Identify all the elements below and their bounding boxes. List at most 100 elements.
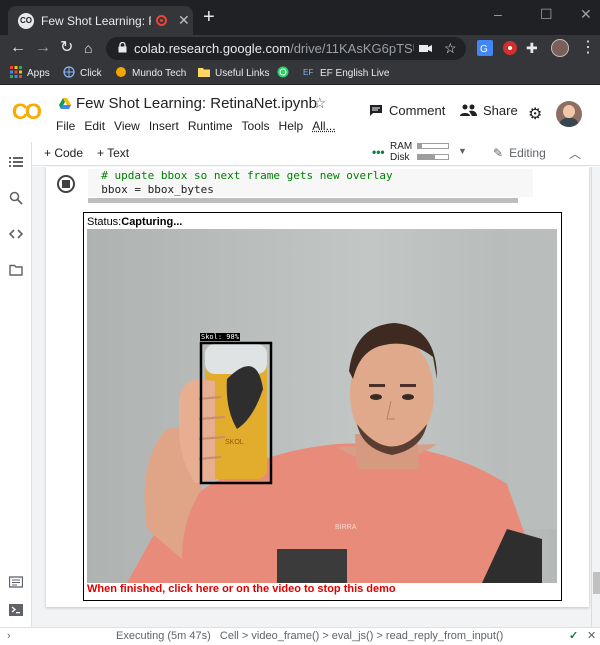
code-icon[interactable] (9, 227, 23, 241)
mundo-tech-icon (116, 67, 126, 77)
menu-file[interactable]: File (56, 119, 75, 133)
webcam-frame-image: BIRRA SKOL (87, 229, 557, 583)
scrollbar-thumb[interactable] (593, 572, 600, 594)
stop-demo-link[interactable]: When finished, click here or on the vide… (87, 583, 396, 595)
status-bar: › Executing (5m 47s) Cell > video_frame(… (0, 627, 600, 645)
apps-grid-icon (10, 66, 22, 78)
menu-runtime[interactable]: Runtime (188, 119, 233, 133)
close-icon[interactable]: ✕ (587, 629, 596, 642)
webcam-video[interactable]: BIRRA SKOL Skol: 98% (87, 229, 557, 583)
side-rail (0, 142, 32, 627)
browser-toolbar: ← → ↻ ⌂ colab.research.google.com/drive/… (0, 35, 600, 62)
execution-status: Executing (5m 47s) Cell > video_frame() … (116, 630, 504, 642)
lock-icon (118, 42, 127, 53)
ef-logo-icon: EF (303, 68, 313, 77)
cell-output: Status:Capturing... BIRRA SKOL Skol: 98%… (83, 212, 562, 601)
svg-text:G: G (480, 44, 488, 55)
bookmark-label: Useful Links (215, 68, 270, 79)
bookmark-click[interactable]: Click (63, 66, 102, 79)
menu-tools[interactable]: Tools (242, 119, 270, 133)
colab-favicon-icon: CO (18, 13, 34, 29)
status-value: Capturing... (121, 216, 183, 228)
close-window-button[interactable]: ✕ (580, 6, 592, 23)
folder-icon[interactable] (9, 263, 23, 277)
new-tab-button[interactable]: + (203, 7, 215, 27)
status-label: Status: (87, 216, 122, 228)
check-icon: ✓ (569, 630, 579, 642)
code-editor[interactable]: # update bbox so next frame gets new ove… (88, 169, 533, 197)
forward-arrow-icon[interactable]: → (35, 38, 51, 58)
chevron-up-icon[interactable]: ︿ (569, 145, 581, 162)
minimize-window-button[interactable]: – (494, 6, 502, 22)
editing-mode-button[interactable]: ✎ Editing (493, 146, 546, 160)
globe-icon (63, 66, 75, 78)
extensions-puzzle-icon[interactable]: ✚ (526, 38, 538, 58)
stop-execution-button[interactable] (57, 175, 75, 193)
command-palette-icon[interactable] (9, 575, 23, 589)
profile-avatar[interactable] (551, 39, 569, 57)
bookmark-ef-english-live[interactable]: EF EF English Live (303, 66, 389, 79)
address-bar[interactable]: colab.research.google.com/drive/11KAsKG6… (106, 37, 466, 60)
menu-bar: File Edit View Insert Runtime Tools Help All... (56, 119, 345, 133)
code-horizontal-scrollbar[interactable] (88, 198, 518, 203)
bookmark-whatsapp[interactable] (277, 66, 294, 79)
bookmark-useful-links[interactable]: Useful Links (198, 66, 269, 79)
menu-edit[interactable]: Edit (84, 119, 105, 133)
home-icon[interactable]: ⌂ (84, 38, 92, 58)
reload-icon[interactable]: ↻ (60, 38, 73, 58)
bookmark-star-icon[interactable]: ☆ (444, 40, 457, 57)
disk-meter (417, 154, 449, 160)
pencil-icon: ✎ (493, 146, 504, 160)
comment-button[interactable]: Comment (369, 103, 445, 118)
star-icon[interactable]: ☆ (313, 94, 326, 112)
disk-label: Disk (390, 152, 410, 163)
add-text-button[interactable]: + Text (97, 146, 129, 160)
ram-label: RAM (390, 141, 413, 152)
recording-indicator-icon (156, 15, 167, 26)
menu-all-changes-saved[interactable]: All... (312, 119, 335, 133)
connected-check-icon: ••• (372, 145, 385, 159)
search-icon[interactable] (9, 191, 23, 205)
colab-logo[interactable]: CO (12, 99, 42, 125)
menu-insert[interactable]: Insert (149, 119, 179, 133)
add-code-button[interactable]: + Code (44, 146, 83, 160)
page-scrollbar[interactable] (591, 167, 600, 627)
back-arrow-icon[interactable]: ← (10, 38, 26, 58)
bookmarks-bar: Apps Click Mundo Tech Useful Links EF EF … (0, 62, 600, 85)
resources-indicator[interactable]: RAM Disk (390, 141, 412, 163)
browser-tab-strip: CO Few Shot Learning: RetinaNet ✕ + – ☐ … (0, 0, 600, 35)
svg-text:BIRRA: BIRRA (335, 524, 357, 531)
notebook-toolbar: + Code + Text ••• RAM Disk ▼ ✎ Editing ︿ (32, 141, 600, 166)
chevron-right-icon[interactable]: › (7, 630, 11, 642)
detection-label: Skol: 98% (200, 333, 240, 341)
chrome-menu-icon[interactable]: ⋮ (580, 38, 596, 58)
bookmark-mundo-tech[interactable]: Mundo Tech (115, 66, 186, 79)
whatsapp-icon (277, 66, 289, 78)
terminal-icon[interactable] (9, 603, 23, 617)
share-label: Share (483, 103, 518, 118)
notebook-title[interactable]: Few Shot Learning: RetinaNet.ipynb (76, 95, 317, 112)
share-button[interactable]: Share (460, 103, 518, 118)
editing-label: Editing (509, 146, 546, 160)
capture-status: Status:Capturing... (87, 216, 182, 228)
chevron-down-icon[interactable]: ▼ (458, 146, 467, 156)
lastpass-extension-icon[interactable] (502, 40, 518, 56)
colab-header: CO Few Shot Learning: RetinaNet.ipynb ☆ … (0, 86, 600, 142)
gear-icon[interactable]: ⚙ (528, 104, 542, 124)
camera-icon[interactable] (419, 43, 432, 54)
comment-icon (370, 105, 382, 116)
close-tab-icon[interactable]: ✕ (178, 12, 190, 29)
google-drive-icon (59, 98, 71, 109)
browser-tab-active[interactable]: CO Few Shot Learning: RetinaNet ✕ (8, 6, 193, 35)
menu-view[interactable]: View (114, 119, 140, 133)
menu-help[interactable]: Help (279, 119, 304, 133)
code-cell[interactable]: # update bbox so next frame gets new ove… (46, 167, 589, 607)
avatar[interactable] (556, 101, 582, 127)
bookmark-apps[interactable]: Apps (10, 66, 50, 79)
notebook-area: # update bbox so next frame gets new ove… (32, 167, 600, 627)
folder-icon (198, 68, 210, 77)
maximize-window-button[interactable]: ☐ (540, 6, 553, 23)
translate-extension-icon[interactable]: G (477, 40, 493, 56)
table-of-contents-icon[interactable] (9, 155, 23, 169)
url-path: /drive/11KAsKG6pTSUO-me... (290, 41, 414, 56)
